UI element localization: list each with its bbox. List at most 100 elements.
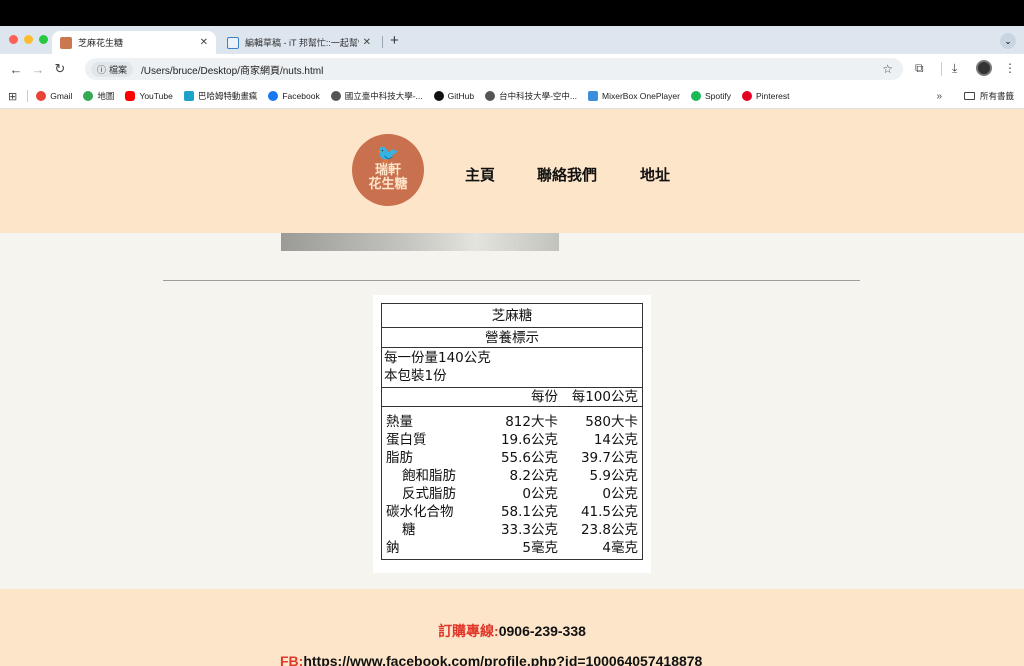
nutrition-row: 反式脂肪 0公克 0公克 [382, 485, 642, 503]
nutrition-rows: 熱量 812大卡 580大卡 蛋白質 19.6公克 14公克 脂肪 55.6公克… [382, 407, 642, 559]
facebook-icon [268, 91, 279, 101]
profile-avatar[interactable] [976, 60, 992, 76]
bookmark-bahamut-anime[interactable]: 巴哈姆特動畫瘋 [183, 90, 257, 102]
header-per-serving: 每份 [531, 389, 558, 405]
info-icon: ⓘ [97, 64, 107, 75]
nav-contact-link[interactable]: 聯絡我們 [537, 164, 597, 185]
web-page: 🐦 瑞軒 花生糖 主頁 聯絡我們 地址 芝麻糖 營養標示 每一份量140公克 本… [0, 109, 1024, 666]
tab-close-icon[interactable]: ✕ [200, 37, 208, 48]
nav-address-link[interactable]: 地址 [640, 164, 670, 185]
nutrition-table: 芝麻糖 營養標示 每一份量140公克 本包裝1份 每份 每100公克 熱量 81… [381, 303, 643, 560]
header-per-100g: 每100公克 [571, 389, 638, 405]
order-hotline-number[interactable]: 0906-239-338 [499, 623, 586, 639]
serving-size: 每一份量140公克 [384, 350, 491, 366]
nutrient-name: 糖 [402, 522, 416, 538]
tab-search-button[interactable]: ⌄ [1000, 33, 1016, 49]
per-serving-value: 58.1公克 [500, 504, 558, 520]
nutrient-name: 蛋白質 [386, 432, 427, 448]
site-favicon-icon [60, 36, 72, 49]
section-divider [163, 280, 860, 281]
bookmark-maps[interactable]: 地圖 [83, 90, 114, 102]
per-100g-value: 580大卡 [585, 414, 638, 430]
serving-info: 每一份量140公克 本包裝1份 [382, 348, 642, 388]
per-serving-value: 5毫克 [522, 540, 558, 556]
nutrition-row: 熱量 812大卡 580大卡 [382, 413, 642, 431]
nutrition-column-headers: 每份 每100公克 [382, 388, 642, 407]
browser-tab-bar: 芝麻花生糖 ✕ 編輯草稿 - iT 邦幫忙::一起幫忙 ✕ + ⌄ [0, 26, 1024, 54]
nutrition-row: 糖 33.3公克 23.8公克 [382, 521, 642, 539]
per-serving-value: 0公克 [522, 486, 558, 502]
bahamut-icon [183, 91, 194, 101]
new-tab-button[interactable]: + [390, 32, 399, 49]
per-serving-value: 8.2公克 [509, 468, 558, 484]
github-icon [433, 91, 444, 101]
bookmark-mixerbox[interactable]: MixerBox OnePlayer [588, 91, 680, 101]
pinterest-icon [741, 91, 752, 101]
tab-close-icon[interactable]: ✕ [363, 37, 371, 48]
browser-toolbar: ← → ↻ ⓘ 檔案 /Users/bruce/Desktop/商家網頁/nut… [0, 54, 1024, 84]
nutrient-name: 飽和脂肪 [402, 468, 456, 484]
bookmark-spotify[interactable]: Spotify [690, 91, 731, 101]
per-100g-value: 14公克 [593, 432, 638, 448]
download-icon[interactable]: ⤓ [952, 61, 957, 76]
nav-home-link[interactable]: 主頁 [465, 164, 495, 185]
tab-active[interactable]: 芝麻花生糖 ✕ [52, 31, 216, 54]
logo-text: 瑞軒 花生糖 [368, 162, 408, 191]
nutrition-row: 脂肪 55.6公克 39.7公克 [382, 449, 642, 467]
bookmark-pinterest[interactable]: Pinterest [741, 91, 790, 101]
bookmark-star-icon[interactable]: ☆ [882, 62, 893, 76]
forward-button[interactable]: → [27, 62, 49, 77]
screen-top-bar [0, 0, 1024, 26]
per-serving-value: 19.6公克 [500, 432, 558, 448]
tab-divider [382, 36, 383, 48]
site-info-chip[interactable]: ⓘ 檔案 [91, 61, 134, 77]
back-button[interactable]: ← [5, 62, 27, 77]
bookmarks-divider [27, 90, 29, 102]
per-100g-value: 41.5公克 [580, 504, 638, 520]
zoom-window-button[interactable] [39, 35, 48, 44]
bookmark-facebook[interactable]: Facebook [268, 91, 320, 101]
order-hotline-label: 訂購專線: [438, 623, 499, 639]
globe-icon [485, 91, 496, 101]
gmail-icon [36, 91, 47, 101]
tab-title: 編輯草稿 - iT 邦幫忙::一起幫忙 [245, 38, 359, 48]
minimize-window-button[interactable] [24, 35, 33, 44]
facebook-link-line: FB:https://www.facebook.com/profile.php?… [280, 653, 702, 666]
nutrition-row: 碳水化合物 58.1公克 41.5公克 [382, 503, 642, 521]
bookmark-nutc[interactable]: 國立臺中科技大學-... [330, 90, 423, 102]
close-window-button[interactable] [9, 35, 18, 44]
folder-icon [963, 92, 975, 100]
maps-icon [83, 91, 94, 101]
window-controls [9, 35, 48, 44]
all-bookmarks-folder[interactable]: 所有書籤 [963, 90, 1014, 102]
nutrient-name: 熱量 [386, 414, 413, 430]
address-bar[interactable]: ⓘ 檔案 /Users/bruce/Desktop/商家網頁/nuts.html… [85, 58, 903, 80]
per-serving-value: 55.6公克 [500, 450, 558, 466]
spotify-icon [690, 91, 701, 101]
site-info-label: 檔案 [109, 64, 128, 75]
per-100g-value: 4毫克 [602, 540, 638, 556]
header-blank [382, 388, 482, 406]
bookmark-github[interactable]: GitHub [433, 91, 474, 101]
nutrient-name: 反式脂肪 [402, 486, 456, 502]
nutrition-row: 飽和脂肪 8.2公克 5.9公克 [382, 467, 642, 485]
tab-inactive[interactable]: 編輯草稿 - iT 邦幫忙::一起幫忙 ✕ [219, 31, 379, 54]
site-footer: 訂購專線:0906-239-338 FB:https://www.faceboo… [0, 589, 1024, 666]
brand-logo[interactable]: 🐦 瑞軒 花生糖 [352, 134, 424, 206]
apps-grid-icon[interactable]: ⊞ [8, 90, 17, 103]
servings-per-package: 本包裝1份 [384, 368, 447, 384]
more-bookmarks-chevron-icon[interactable]: » [936, 91, 942, 102]
globe-icon [330, 91, 341, 101]
nutrition-heading: 營養標示 [382, 328, 642, 348]
browser-menu-icon[interactable]: ⋮ [1004, 61, 1016, 75]
bookmark-youtube[interactable]: YouTube [125, 91, 173, 101]
extensions-icon[interactable]: ⧉ [915, 61, 924, 76]
bookmark-gmail[interactable]: Gmail [36, 91, 72, 101]
per-100g-value: 23.8公克 [580, 522, 638, 538]
all-bookmarks-label: 所有書籤 [979, 91, 1014, 101]
bookmark-nutc-open[interactable]: 台中科技大學-空中... [485, 90, 577, 102]
birds-logo-icon: 🐦 [376, 144, 400, 164]
url-text[interactable]: /Users/bruce/Desktop/商家網頁/nuts.html [141, 62, 323, 77]
reload-button[interactable]: ↻ [49, 61, 71, 77]
facebook-url[interactable]: https://www.facebook.com/profile.php?id=… [303, 653, 702, 666]
